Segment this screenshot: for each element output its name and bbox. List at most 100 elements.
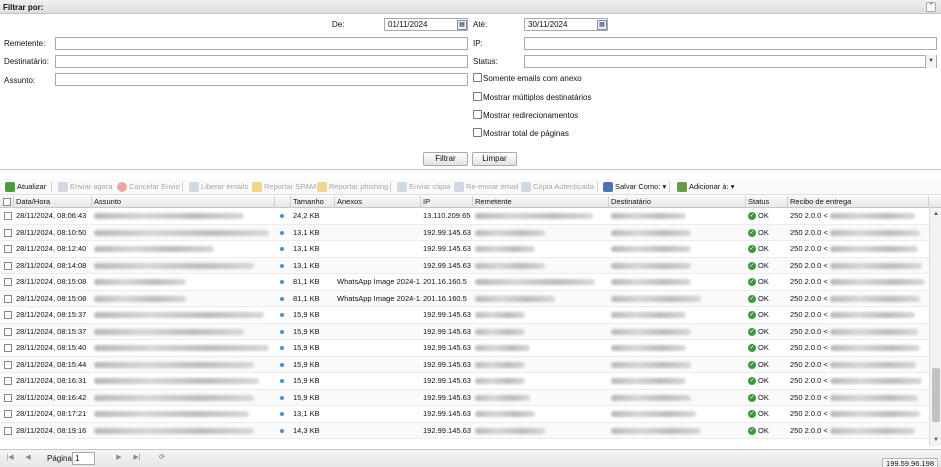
- column-header-status[interactable]: Status: [746, 196, 788, 208]
- column-header-tamanho[interactable]: Tamanho: [291, 196, 335, 208]
- scroll-down-icon[interactable]: ▼: [932, 436, 940, 444]
- filtrar-button[interactable]: Filtrar: [423, 152, 468, 166]
- destinatario-input[interactable]: [55, 55, 468, 68]
- row-checkbox[interactable]: [4, 311, 12, 319]
- receipt-text: 250 2.0.0 <: [790, 425, 828, 435]
- scroll-thumb[interactable]: [932, 368, 940, 422]
- calendar-icon[interactable]: ▦: [597, 20, 607, 30]
- prev-page-icon[interactable]: ◀: [23, 453, 33, 463]
- cell-recipient: [609, 340, 746, 356]
- checkbox-redirecionamentos[interactable]: [473, 110, 482, 119]
- checkbox-somente-anexo[interactable]: [473, 73, 482, 82]
- table-row[interactable]: 28/11/2024, 08:15:44 15,9 KB 192.99.145.63…: [0, 356, 929, 373]
- table-row[interactable]: 28/11/2024, 08:15:40 15,9 KB 192.99.145.63…: [0, 340, 929, 357]
- column-header-flag[interactable]: [275, 196, 291, 208]
- column-header-data-hora[interactable]: Data/Hora: [14, 196, 92, 208]
- table-row[interactable]: 28/11/2024, 08:15:37 15,9 KB 192.99.145.63…: [0, 323, 929, 340]
- last-page-icon[interactable]: ▶|: [132, 453, 142, 463]
- table-row[interactable]: 28/11/2024, 08:10:50 13,1 KB 192.99.145.63…: [0, 224, 929, 241]
- ip-input[interactable]: [524, 37, 937, 50]
- row-checkbox[interactable]: [4, 228, 12, 237]
- cell-size: 15,9 KB: [293, 326, 320, 336]
- cell-recipient: [609, 423, 746, 439]
- enviar-agora-button[interactable]: Enviar agora: [58, 181, 113, 193]
- blurred-receipt: [829, 262, 922, 269]
- blurred-receipt: [829, 328, 918, 335]
- column-header-anexos[interactable]: Anexos: [335, 196, 421, 208]
- row-checkbox[interactable]: [4, 294, 12, 303]
- collapse-icon[interactable]: ⌃: [926, 2, 936, 12]
- table-row[interactable]: 28/11/2024, 08:15:08 81,1 KB WhatsApp Imag…: [0, 290, 929, 307]
- refresh-icon[interactable]: ⟳: [157, 453, 167, 463]
- check-icon: ✓: [748, 294, 756, 303]
- row-checkbox[interactable]: [4, 360, 12, 369]
- blurred-recipient: [611, 213, 686, 220]
- atualizar-button[interactable]: Atualizar: [5, 181, 46, 193]
- checkbox-total-paginas[interactable]: [473, 128, 482, 137]
- row-checkbox[interactable]: [4, 278, 12, 286]
- table-row[interactable]: 28/11/2024, 08:15:37 15,9 KB 192.99.145.63…: [0, 307, 929, 324]
- copia-autenticada-button[interactable]: Cópia Autenticada: [521, 181, 594, 193]
- table-row[interactable]: 28/11/2024, 08:14:08 13,1 KB 192.99.145.63…: [0, 257, 929, 274]
- checkbox-multiplos-destinatarios[interactable]: [473, 92, 482, 101]
- table-row[interactable]: 28/11/2024, 08:12:40 13,1 KB 192.99.145.63…: [0, 241, 929, 258]
- row-checkbox[interactable]: [4, 377, 12, 385]
- table-row[interactable]: 28/11/2024, 08:16:42 15,9 KB 192.99.145.63…: [0, 389, 929, 406]
- cell-date: 28/11/2024, 08:15:37: [16, 326, 87, 336]
- row-checkbox[interactable]: [4, 393, 12, 402]
- row-checkbox[interactable]: [4, 327, 12, 336]
- reenviar-email-button[interactable]: Re-enviar email: [454, 181, 519, 193]
- de-date-input[interactable]: [384, 18, 468, 31]
- enviar-copia-button[interactable]: Enviar cópia: [397, 181, 450, 193]
- liberar-emails-button[interactable]: Liberar emails: [189, 181, 248, 193]
- table-row[interactable]: 28/11/2024, 08:17:21 13,1 KB 192.99.145.63…: [0, 406, 929, 423]
- ate-date-input[interactable]: [524, 18, 608, 31]
- vertical-scrollbar[interactable]: ▲ ▼: [929, 208, 941, 446]
- table-row[interactable]: 28/11/2024, 08:16:31 15,9 KB 192.99.145.63…: [0, 373, 929, 390]
- table-row[interactable]: 28/11/2024, 08:19:16 14,3 KB 192.99.145.63…: [0, 422, 929, 439]
- row-checkbox[interactable]: [4, 212, 12, 220]
- chevron-down-icon[interactable]: ▼: [925, 55, 936, 68]
- status-label: Status:: [473, 57, 498, 66]
- column-header-destinatario[interactable]: Destinatário: [609, 196, 746, 208]
- assunto-input[interactable]: [55, 73, 468, 86]
- salvar-como-button[interactable]: Salvar Como: ▾: [603, 181, 666, 193]
- blurred-receipt: [829, 394, 918, 401]
- limpar-button[interactable]: Limpar: [472, 152, 517, 166]
- cell-receipt: 250 2.0.0 <: [788, 274, 929, 290]
- next-page-icon[interactable]: ▶: [114, 453, 124, 463]
- column-header-assunto[interactable]: Assunto: [92, 196, 275, 208]
- blurred-sender: [475, 328, 525, 335]
- row-checkbox[interactable]: [4, 410, 12, 418]
- blurred-subject: [94, 361, 254, 368]
- row-checkbox[interactable]: [4, 426, 12, 435]
- table-row[interactable]: 28/11/2024, 08:15:08 81,1 KB WhatsApp Imag…: [0, 274, 929, 291]
- cancelar-envio-button[interactable]: Cancelar Envio: [117, 181, 180, 193]
- client-ip-badge: 199.59.96.198: [882, 458, 938, 467]
- row-checkbox[interactable]: [4, 261, 12, 270]
- page-input[interactable]: [72, 452, 95, 465]
- row-checkbox[interactable]: [4, 344, 12, 352]
- scroll-up-icon[interactable]: ▲: [932, 210, 940, 218]
- table-row[interactable]: 28/11/2024, 08:06:43 24,2 KB 13.110.209.65…: [0, 208, 929, 225]
- column-header-ip[interactable]: IP: [421, 196, 473, 208]
- column-header-remetente[interactable]: Remetente: [473, 196, 609, 208]
- cell-attachments: [335, 225, 421, 241]
- select-all-checkbox[interactable]: [3, 198, 11, 206]
- remetente-input[interactable]: [55, 37, 468, 50]
- cell-receipt: 250 2.0.0 <: [788, 324, 929, 340]
- cell-date: 28/11/2024, 08:14:08: [16, 260, 87, 270]
- row-checkbox[interactable]: [4, 245, 12, 253]
- adicionar-a-button[interactable]: Adicionar à: ▾: [677, 181, 734, 193]
- cell-date: 28/11/2024, 08:17:21: [16, 409, 87, 418]
- status-select[interactable]: ▼: [524, 55, 937, 68]
- reportar-phishing-button[interactable]: Reportar phishing: [317, 181, 388, 193]
- column-header-recibo[interactable]: Recibo de entrega: [788, 196, 929, 208]
- first-page-icon[interactable]: |◀: [5, 453, 15, 463]
- blurred-sender: [475, 246, 535, 253]
- status-text: OK: [758, 343, 769, 352]
- cell-ip: 192.99.145.63: [423, 409, 471, 418]
- status-text: OK: [758, 277, 769, 286]
- calendar-icon[interactable]: ▦: [457, 20, 467, 30]
- reportar-spam-button[interactable]: Reportar SPAM: [252, 181, 316, 193]
